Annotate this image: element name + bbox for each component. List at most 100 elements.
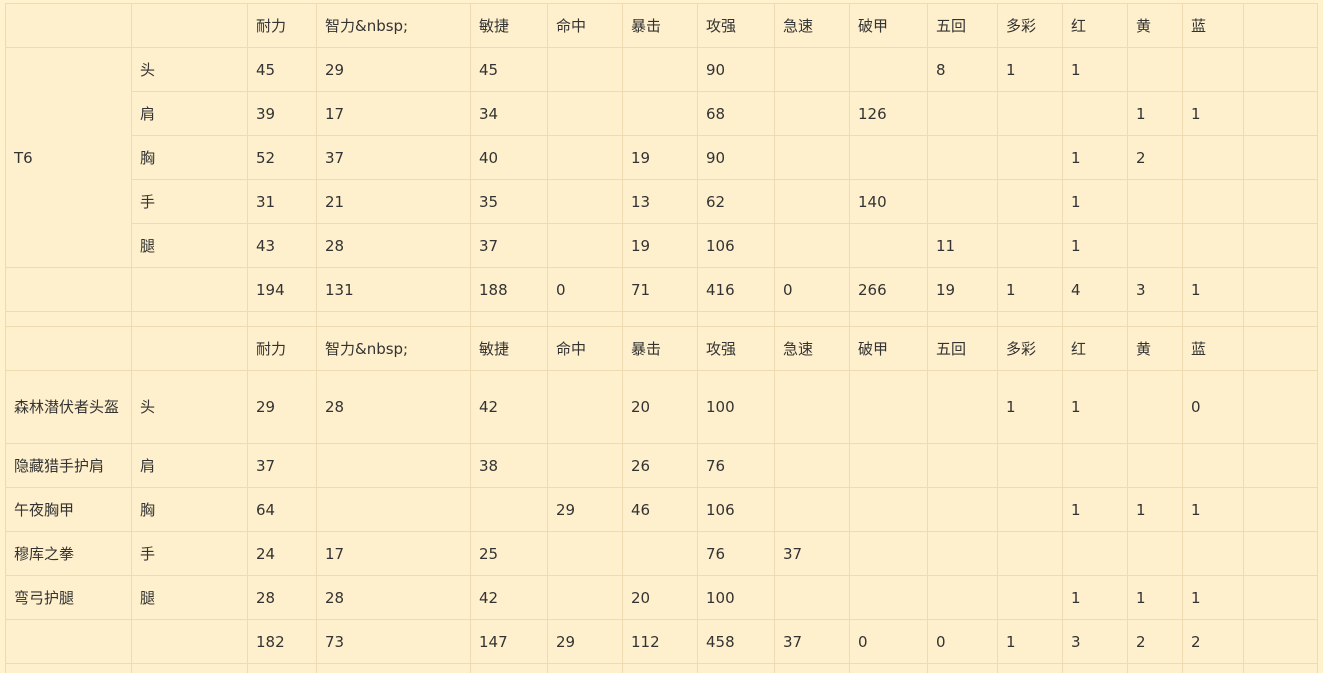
stat-cell: 11 — [927, 223, 998, 268]
slot-cell: 腿 — [131, 223, 248, 268]
spacer-cell — [927, 663, 998, 673]
stat-cell — [622, 47, 698, 92]
stat-cell: 1 — [1182, 575, 1244, 620]
stat-cell: 1 — [1062, 179, 1128, 224]
stat-cell: 64 — [247, 487, 317, 532]
stat-cell: 25 — [470, 531, 548, 576]
trailing-blank-cell — [1243, 575, 1318, 620]
total-value-cell: 0 — [547, 267, 623, 312]
slot-cell: 头 — [131, 47, 248, 92]
total-value-cell: 1 — [997, 619, 1063, 664]
total-value-cell: 147 — [470, 619, 548, 664]
stat-cell — [1127, 531, 1183, 576]
stat-cell: 38 — [470, 443, 548, 488]
stat-cell — [547, 47, 623, 92]
gear-stats-table: 耐力 智力&nbsp; 敏捷 命中 暴击 攻强 急速 破甲 五回 多彩红黄蓝 T6 头 45 29 45 90… — [5, 3, 1318, 673]
stat-cell: 1 — [1127, 91, 1183, 136]
spacer-cell — [247, 663, 317, 673]
stat-cell — [927, 370, 998, 444]
column-header: 命中 — [547, 3, 623, 48]
stat-cell: 28 — [316, 370, 471, 444]
stat-cell: 37 — [774, 531, 850, 576]
stat-cell: 1 — [1062, 135, 1128, 180]
stat-cell — [1127, 179, 1183, 224]
total-row: 194 131 188 0 71 416 0 266 19 1 4 3 1 — [5, 267, 1318, 312]
stat-cell: 42 — [470, 575, 548, 620]
stat-cell — [622, 91, 698, 136]
slot-cell: 手 — [131, 531, 248, 576]
stat-cell: 31 — [247, 179, 317, 224]
column-header: 耐力 — [247, 326, 317, 371]
column-header: 多彩 — [997, 326, 1063, 371]
stat-cell: 29 — [547, 487, 623, 532]
stat-cell: 13 — [622, 179, 698, 224]
table-row: 肩 39 17 34 68 126 1 1 — [6, 91, 1318, 136]
stat-cell: 28 — [316, 575, 471, 620]
trailing-blank-cell — [1243, 91, 1318, 136]
stat-cell — [927, 487, 998, 532]
stat-cell — [849, 223, 928, 268]
column-header: 破甲 — [849, 326, 928, 371]
total-blank-cell — [5, 267, 132, 312]
total-value-cell: 1 — [1182, 267, 1244, 312]
stat-cell: 43 — [247, 223, 317, 268]
stat-cell: 21 — [316, 179, 471, 224]
stat-cell — [997, 91, 1063, 136]
stat-cell: 100 — [697, 575, 775, 620]
spacer-cell — [5, 663, 132, 673]
stat-cell: 1 — [1062, 223, 1128, 268]
total-value-cell: 19 — [927, 267, 998, 312]
total-value-cell: 0 — [774, 267, 850, 312]
stat-cell — [1127, 47, 1183, 92]
trailing-blank-cell — [1243, 487, 1318, 532]
spacer-cell — [131, 311, 248, 327]
stat-cell — [1127, 223, 1183, 268]
total-value-cell: 1 — [997, 267, 1063, 312]
stat-cell — [774, 443, 850, 488]
trailing-blank-cell — [1243, 267, 1318, 312]
total-value-cell: 416 — [697, 267, 775, 312]
stat-cell — [316, 443, 471, 488]
table-row: 午夜胸甲胸 64 29 46 106 1 1 1 — [5, 487, 1318, 532]
spacer-cell — [997, 311, 1063, 327]
table-row: 森林潜伏者头盔头 29 28 42 20 100 1 1 0 — [5, 370, 1318, 444]
stat-cell — [997, 135, 1063, 180]
spacer-cell — [316, 311, 471, 327]
stat-cell — [997, 443, 1063, 488]
stat-cell: 37 — [316, 135, 471, 180]
total-blank-cell — [131, 267, 248, 312]
total-value-cell: 0 — [927, 619, 998, 664]
stat-cell: 76 — [697, 531, 775, 576]
stat-cell: 1 — [1182, 487, 1244, 532]
stat-cell — [849, 135, 928, 180]
spacer-cell — [547, 663, 623, 673]
header-blank-cell — [131, 326, 248, 371]
column-header: 暴击 — [622, 326, 698, 371]
item-name-cell: 午夜胸甲 — [5, 487, 132, 532]
spacer-cell — [1243, 311, 1318, 327]
stat-cell: 68 — [697, 91, 775, 136]
header-blank-cell — [131, 3, 248, 48]
stat-cell — [997, 487, 1063, 532]
column-header: 红 — [1062, 326, 1128, 371]
column-header: 急速 — [774, 326, 850, 371]
stat-cell: 37 — [247, 443, 317, 488]
total-value-cell: 2 — [1127, 619, 1183, 664]
stat-cell — [849, 487, 928, 532]
stat-cell — [1182, 47, 1244, 92]
column-header: 五回 — [927, 3, 998, 48]
column-header: 蓝 — [1182, 3, 1244, 48]
trailing-blank-cell — [1243, 326, 1318, 371]
slot-cell: 胸 — [131, 135, 248, 180]
column-header: 暴击 — [622, 3, 698, 48]
stat-cell: 52 — [247, 135, 317, 180]
spacer-cell — [1127, 663, 1183, 673]
column-header: 红 — [1062, 3, 1128, 48]
total-row: 182 73 147 29 112 458 37 0 0 1 3 2 2 — [5, 619, 1318, 664]
item-name-cell: 隐藏猎手护肩 — [5, 443, 132, 488]
total-blank-cell — [131, 619, 248, 664]
stat-cell — [774, 135, 850, 180]
spacer-cell — [1243, 663, 1318, 673]
total-value-cell: 182 — [247, 619, 317, 664]
spacer-cell — [622, 663, 698, 673]
